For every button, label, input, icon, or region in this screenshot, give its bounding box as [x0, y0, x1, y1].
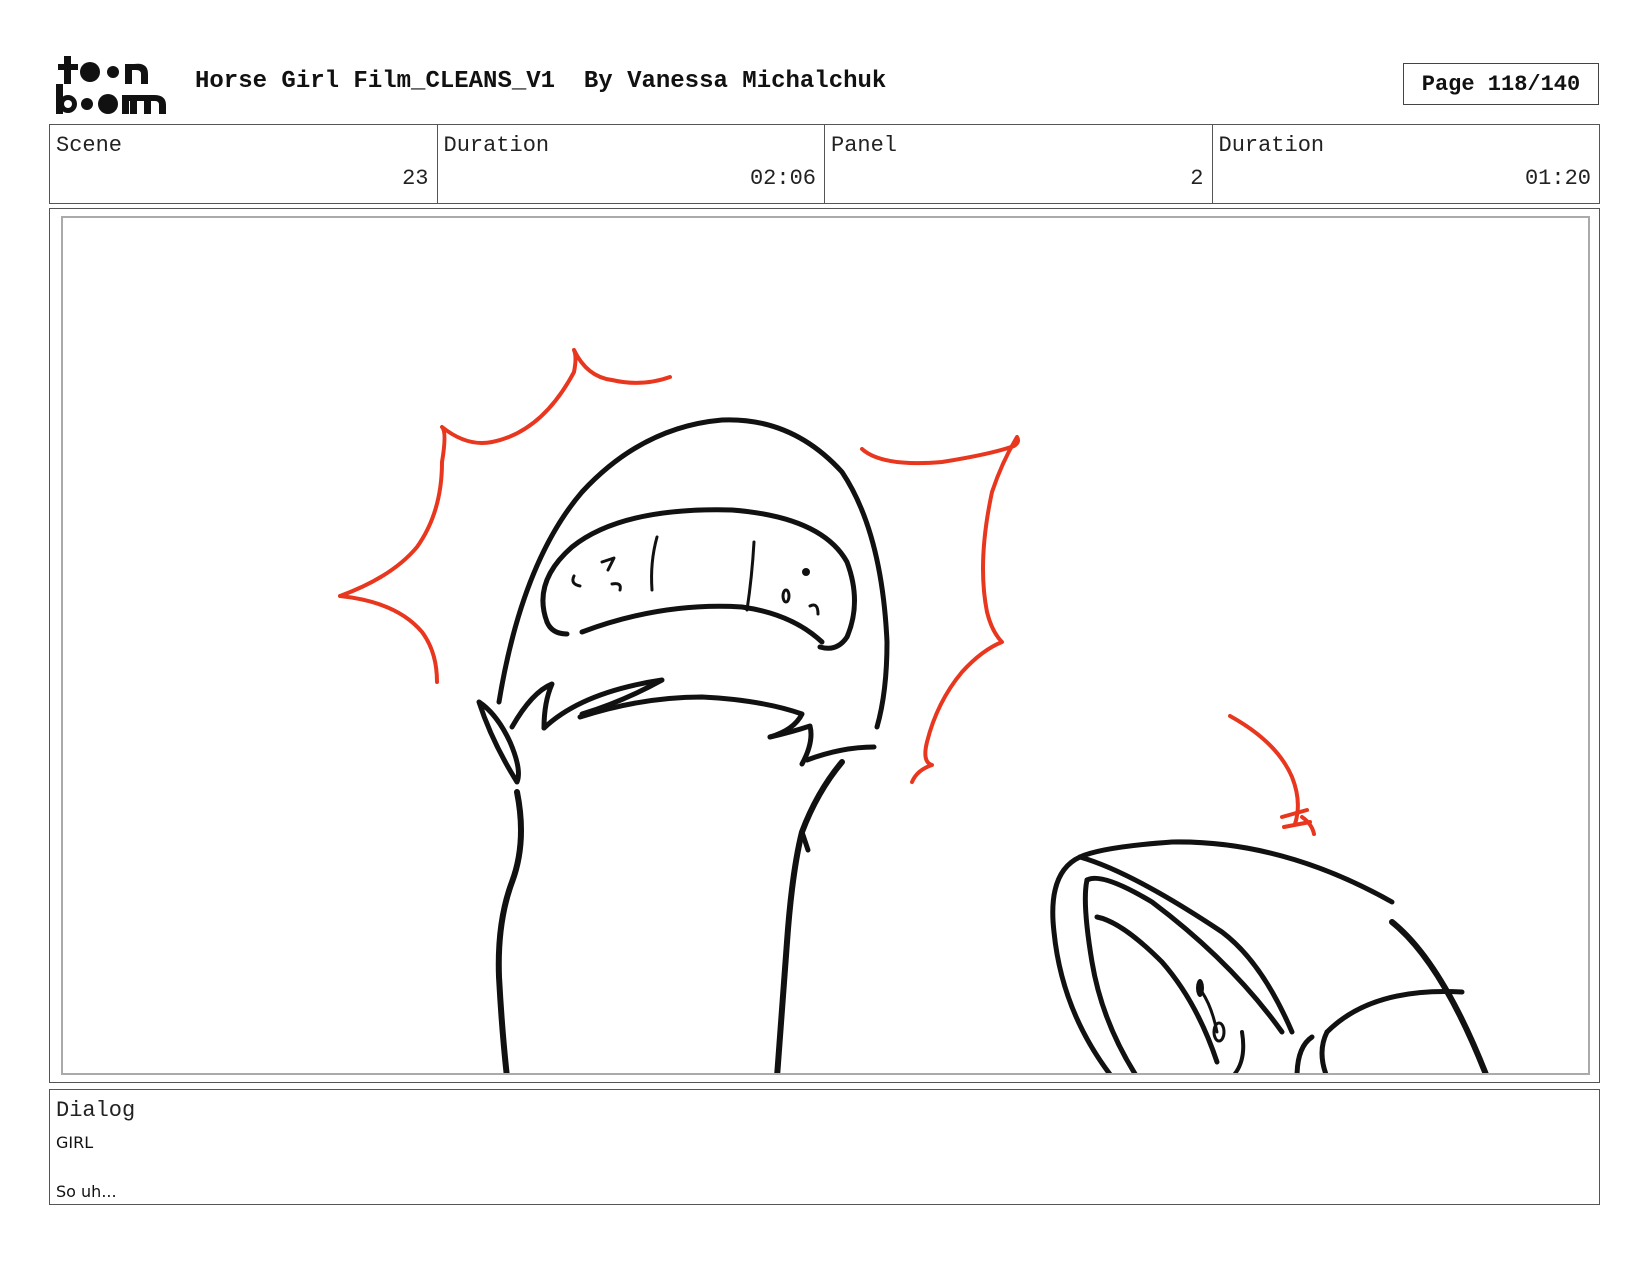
panel-duration-label: Duration — [1218, 133, 1325, 158]
dialog-label: Dialog — [56, 1098, 136, 1123]
lower-band — [579, 603, 825, 645]
scene-label: Scene — [56, 133, 123, 158]
second-figure-inner — [1084, 875, 1285, 1035]
scene-cell: Scene 23 — [50, 125, 438, 203]
scene-duration-label: Duration — [443, 133, 550, 158]
neck-left — [495, 789, 524, 1073]
panel-duration-value: 01:20 — [1524, 166, 1591, 191]
left-ear — [476, 699, 521, 785]
panel-label: Panel — [831, 133, 898, 158]
head-outline — [496, 417, 890, 730]
scene-duration-value: 02:06 — [749, 166, 816, 191]
neck-right — [774, 759, 845, 1073]
second-figure-top — [1077, 839, 1395, 905]
second-figure-outer — [1050, 854, 1113, 1073]
dialog-box: Dialog GIRL So uh... — [49, 1089, 1600, 1205]
page-number: Page 118/140 — [1403, 63, 1599, 105]
scene-duration-cell: Duration 02:06 — [438, 125, 825, 203]
dialog-speaker: GIRL — [56, 1133, 94, 1152]
toon-boom-logo — [52, 50, 172, 120]
scene-info-table: Scene 23 Duration 02:06 Panel 2 Duration… — [49, 124, 1600, 204]
panel-cell: Panel 2 — [825, 125, 1213, 203]
storyboard-title: Horse Girl Film_CLEANS_V1 By Vanessa Mic… — [195, 68, 887, 95]
burst-left — [338, 348, 672, 598]
motion-mark — [1228, 714, 1300, 826]
dialog-line: So uh... — [56, 1182, 117, 1201]
scene-value: 23 — [402, 166, 429, 191]
panel-duration-cell: Duration 01:20 — [1213, 125, 1600, 203]
storyboard-drawing — [61, 216, 1590, 1075]
panel-value: 2 — [1190, 166, 1204, 191]
